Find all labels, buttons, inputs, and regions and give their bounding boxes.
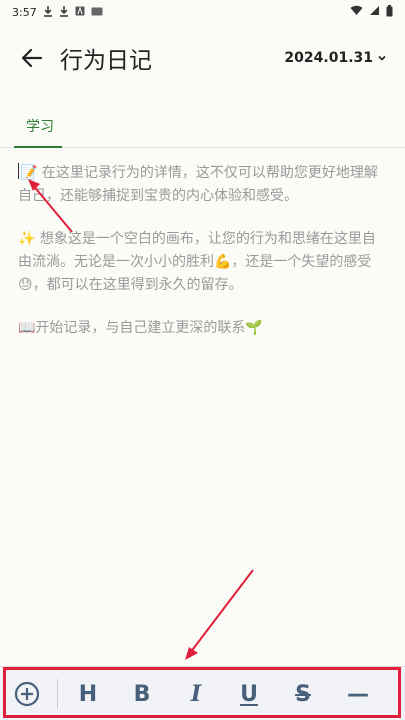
wifi-icon [350, 5, 363, 19]
formatting-toolbar: H B I U S — [0, 666, 405, 720]
chevron-down-icon [378, 55, 386, 61]
add-icon [14, 681, 40, 707]
text-caret [18, 163, 19, 179]
download-icon [43, 5, 53, 20]
back-button[interactable] [14, 40, 50, 76]
editor-area[interactable]: 📝 在这里记录行为的详情，这不仅可以帮助您更好地理解自己，还能够捕捉到宝贵的内心… [18, 162, 388, 360]
page-title: 行为日记 [60, 48, 152, 74]
bold-button[interactable]: B [119, 667, 165, 720]
editor-paragraph: ✨ 想象这是一个空白的画布，让您的行为和思绪在这里自由流淌。无论是一次小小的胜利… [18, 231, 376, 293]
tab-study[interactable]: 学习 [14, 104, 66, 148]
back-arrow-icon [21, 48, 43, 68]
add-button[interactable] [4, 667, 50, 720]
signal-icon [369, 5, 380, 19]
annotation-arrow-icon [185, 569, 254, 660]
date-picker[interactable]: 2024.01.31 [284, 50, 387, 66]
tab-active-indicator [14, 146, 62, 148]
status-bar: 3:57 [0, 0, 405, 24]
battery-icon [386, 4, 393, 20]
strikethrough-button[interactable]: S [280, 667, 326, 720]
status-time: 3:57 [12, 5, 37, 19]
editor-paragraph: 📖开始记录，与自己建立更深的联系🌱 [18, 320, 263, 336]
editor-paragraph: 📝 在这里记录行为的详情，这不仅可以帮助您更好地理解自己，还能够捕捉到宝贵的内心… [18, 163, 378, 204]
italic-button[interactable]: I [173, 667, 219, 720]
app-header: 行为日记 2024.01.31 [0, 30, 405, 86]
keyboard-icon [91, 6, 103, 19]
app-icon [75, 5, 85, 19]
heading-button[interactable]: H [65, 667, 111, 720]
date-label: 2024.01.31 [284, 50, 373, 66]
underline-button[interactable]: U [226, 667, 272, 720]
download-icon [59, 5, 69, 20]
divider-button[interactable]: — [335, 667, 381, 720]
toolbar-separator [57, 679, 58, 709]
tab-bar: 学习 [0, 104, 405, 148]
